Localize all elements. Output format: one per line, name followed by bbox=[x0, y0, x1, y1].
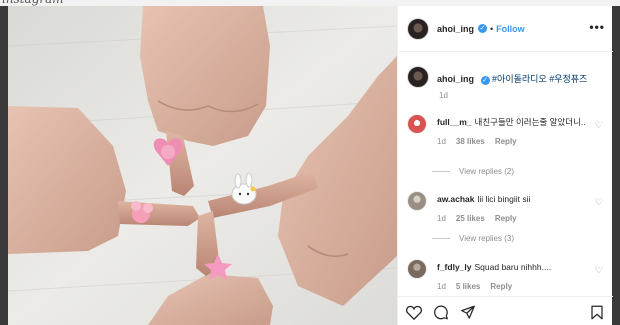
avatar[interactable] bbox=[407, 17, 429, 40]
comment-avatar[interactable] bbox=[407, 191, 427, 211]
replies-line bbox=[432, 171, 450, 172]
comment-likes[interactable]: 25 likes bbox=[456, 214, 485, 223]
comment-item: full__m_ 내친구들만 이러는줄 알았더니.. 1d 38 likes Re… bbox=[407, 114, 607, 146]
comment-text: f_fdly_ly Squad baru nihhh.... bbox=[437, 262, 552, 272]
verified-icon: ✓ bbox=[478, 24, 488, 33]
comment-username[interactable]: aw.achak bbox=[437, 194, 475, 204]
share-icon[interactable] bbox=[460, 305, 476, 320]
comment-username[interactable]: full__m_ bbox=[437, 117, 472, 127]
comment-meta: 1d 5 likes Reply bbox=[437, 282, 587, 291]
view-replies-button[interactable]: View replies (2) bbox=[432, 167, 514, 176]
caption-username[interactable]: ahoi_ing bbox=[437, 74, 474, 84]
reply-button[interactable]: Reply bbox=[495, 137, 517, 146]
comment-item: aw.achak lii lici bingiit sii 1d 25 likes… bbox=[407, 191, 607, 223]
comment-likes[interactable]: 5 likes bbox=[456, 282, 480, 291]
overlay-backdrop-left[interactable] bbox=[0, 6, 8, 325]
separator-dot: • bbox=[490, 23, 494, 34]
post-header: ahoi_ing ✓ • Follow ••• bbox=[398, 6, 613, 52]
caption-text: ahoi_ing ✓ #아이돌라디오 #우정퓨즈 bbox=[437, 72, 587, 85]
comment-time: 1d bbox=[437, 282, 446, 291]
verified-icon: ✓ bbox=[480, 76, 490, 85]
comment-text: full__m_ 내친구들만 이러는줄 알았더니.. bbox=[437, 117, 586, 127]
reply-button[interactable]: Reply bbox=[495, 214, 517, 223]
post-username[interactable]: ahoi_ing bbox=[437, 24, 474, 34]
comment-username[interactable]: f_fdly_ly bbox=[437, 262, 472, 272]
post-caption: ahoi_ing ✓ #아이돌라디오 #우정퓨즈 1d bbox=[407, 66, 607, 100]
comment-time: 1d bbox=[437, 137, 446, 146]
caption-hashtags[interactable]: #아이돌라디오 #우정퓨즈 bbox=[492, 74, 587, 84]
post-side-panel: ahoi_ing ✓ • Follow ••• ahoi_ing ✓ #아이돌라… bbox=[397, 6, 613, 325]
action-bar bbox=[398, 296, 613, 325]
replies-line bbox=[432, 238, 450, 239]
comment-meta: 1d 25 likes Reply bbox=[437, 214, 587, 223]
overlay-backdrop-right[interactable] bbox=[612, 6, 620, 325]
post-photo[interactable] bbox=[8, 6, 397, 325]
comment-text: aw.achak lii lici bingiit sii bbox=[437, 194, 531, 204]
comment-icon[interactable] bbox=[433, 305, 449, 320]
comment-meta: 1d 38 likes Reply bbox=[437, 137, 587, 146]
comment-time: 1d bbox=[437, 214, 446, 223]
view-replies-button[interactable]: View replies (3) bbox=[432, 234, 514, 243]
reply-button[interactable]: Reply bbox=[490, 282, 512, 291]
caption-avatar[interactable] bbox=[407, 66, 429, 88]
follow-button[interactable]: Follow bbox=[496, 24, 525, 34]
caption-time: 1d bbox=[439, 91, 448, 100]
comment-avatar[interactable] bbox=[407, 259, 427, 279]
heart-icon[interactable]: ♡ bbox=[595, 265, 603, 276]
comment-avatar[interactable] bbox=[407, 114, 427, 134]
heart-icon[interactable] bbox=[406, 305, 422, 320]
heart-icon[interactable]: ♡ bbox=[595, 197, 603, 208]
comment-likes[interactable]: 38 likes bbox=[456, 137, 485, 146]
bookmark-icon[interactable] bbox=[590, 305, 604, 320]
more-icon[interactable]: ••• bbox=[589, 20, 605, 34]
photo-illustration bbox=[8, 6, 397, 325]
comment-item: f_fdly_ly Squad baru nihhh.... 1d 5 likes… bbox=[407, 259, 607, 291]
heart-icon[interactable]: ♡ bbox=[595, 120, 603, 131]
